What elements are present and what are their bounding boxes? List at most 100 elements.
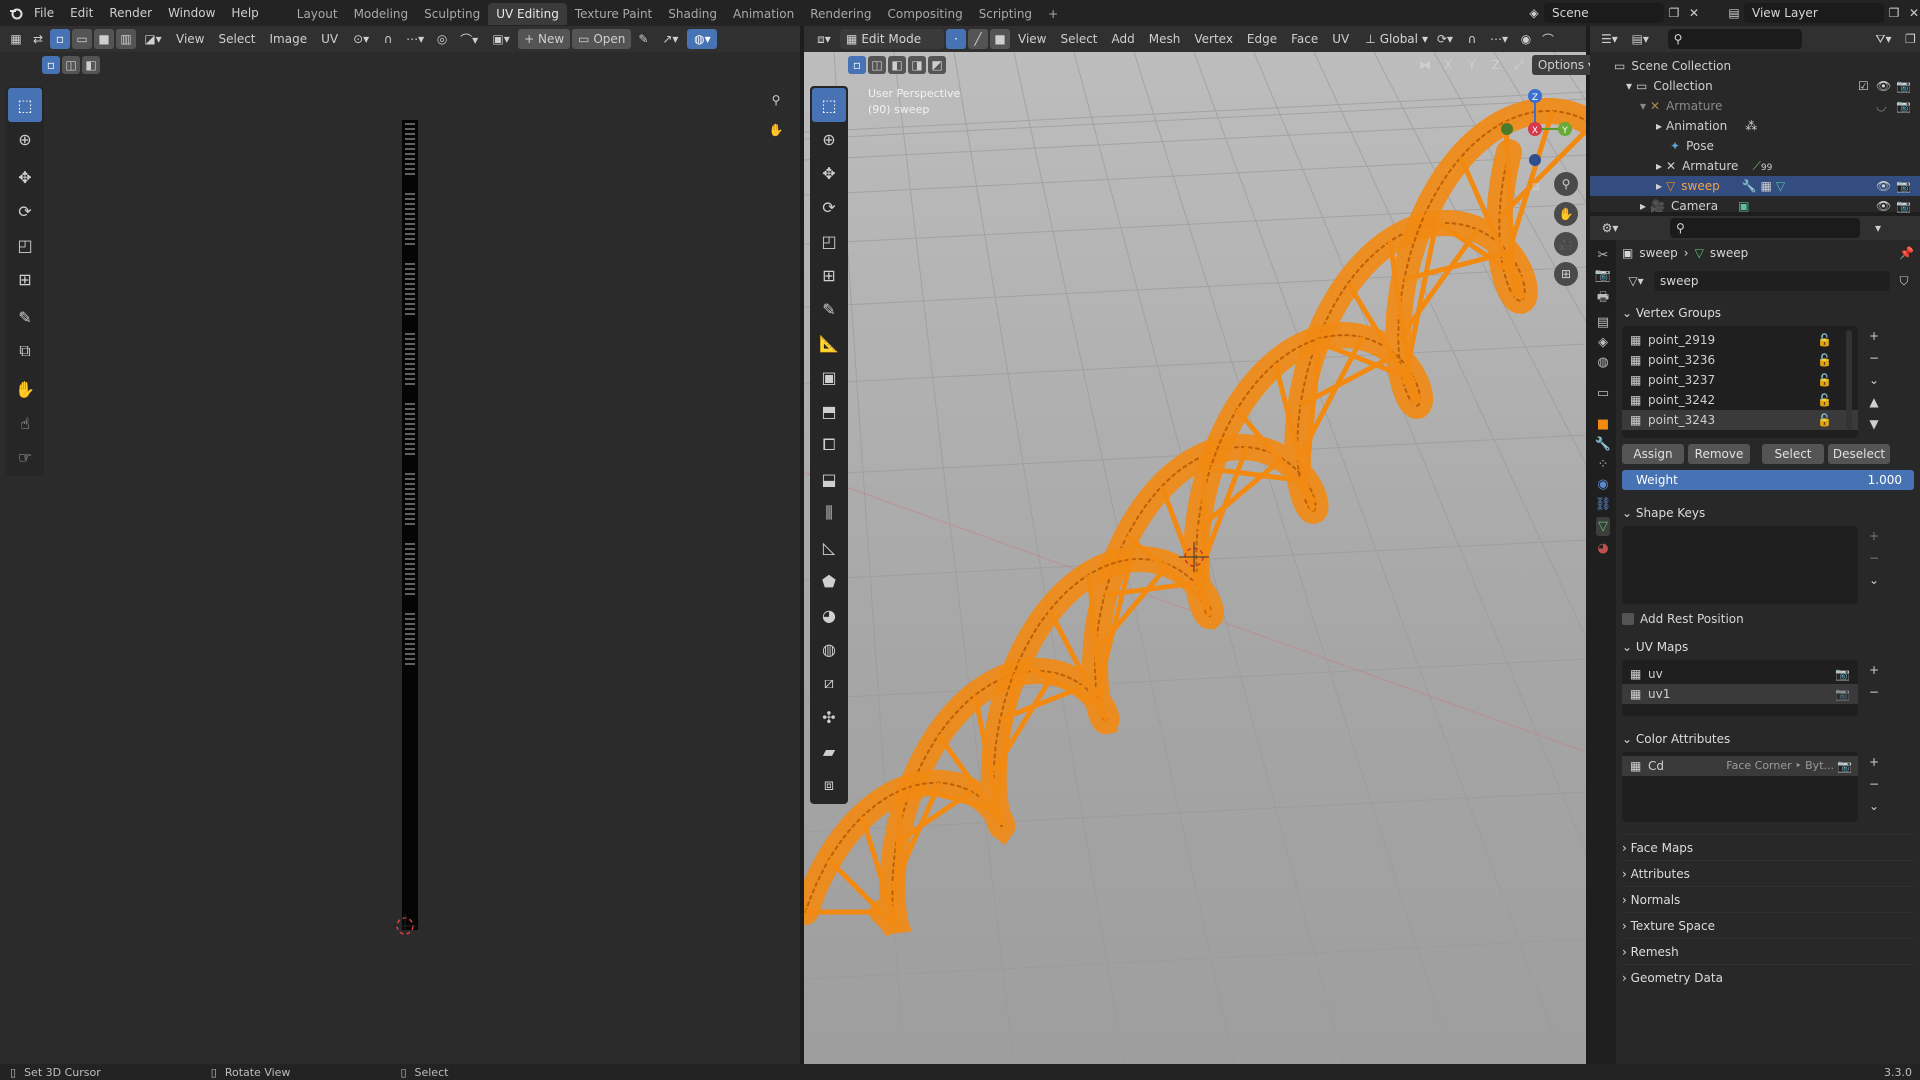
vp-rotate-tool-icon[interactable]: ⟳: [812, 190, 846, 224]
inset-tool-icon[interactable]: ⧠: [812, 428, 846, 462]
camera-render-icon[interactable]: 📷: [1896, 176, 1911, 196]
vp-menu-face[interactable]: Face: [1285, 29, 1324, 49]
tab-rendering[interactable]: Rendering: [802, 3, 879, 25]
move-up-icon[interactable]: ▲: [1864, 392, 1884, 412]
snap-target-3d-icon[interactable]: ⋯▾: [1484, 29, 1514, 49]
remesh-panel-header[interactable]: › Remesh: [1622, 938, 1914, 964]
list-item[interactable]: ▦ uv 📷: [1622, 664, 1858, 684]
island-select-icon[interactable]: ▥: [116, 29, 136, 49]
render-tab-icon[interactable]: 📷: [1595, 268, 1611, 283]
menu-select[interactable]: Select: [212, 29, 261, 49]
vp-cursor-tool-icon[interactable]: ⊕: [812, 122, 846, 156]
select-subtract-icon[interactable]: ◧: [82, 56, 100, 74]
mesh-name-field[interactable]: sweep: [1654, 271, 1890, 291]
vp-select-extend-icon[interactable]: ◫: [868, 56, 886, 74]
eye-icon[interactable]: 👁: [1876, 76, 1891, 96]
vp-annotate-tool-icon[interactable]: ✎: [812, 292, 846, 326]
camera-render-icon[interactable]: 📷: [1896, 76, 1911, 96]
edge-slide-tool-icon[interactable]: ⧄: [812, 666, 846, 700]
falloff-icon[interactable]: ⌒▾: [454, 29, 484, 49]
blender-logo-icon[interactable]: [6, 3, 26, 23]
relax-tool-icon[interactable]: ☝: [8, 406, 42, 440]
remove-color-attribute-icon[interactable]: −: [1864, 774, 1884, 794]
menu-window[interactable]: Window: [160, 0, 223, 26]
camera-render-icon[interactable]: 📷: [1837, 756, 1852, 776]
add-rest-position-checkbox[interactable]: [1622, 613, 1634, 625]
move-down-icon[interactable]: ▼: [1864, 414, 1884, 434]
add-vertex-group-icon[interactable]: +: [1864, 326, 1884, 346]
eye-icon[interactable]: 👁: [1876, 196, 1891, 216]
color-attribute-list[interactable]: ▦ Cd Face Corner ‣ Byt... 📷: [1622, 752, 1858, 822]
fake-user-shield-icon[interactable]: ⛉: [1894, 271, 1914, 291]
normals-panel-header[interactable]: › Normals: [1622, 886, 1914, 912]
eye-hidden-icon[interactable]: ◡: [1876, 96, 1886, 116]
tab-uv-editing[interactable]: UV Editing: [488, 3, 567, 25]
sync-selection-icon[interactable]: ⇄: [28, 29, 48, 49]
list-item-active[interactable]: ▦ Cd Face Corner ‣ Byt... 📷: [1622, 756, 1858, 776]
falloff-3d-icon[interactable]: ⌒: [1538, 29, 1558, 49]
geometry-data-panel-header[interactable]: › Geometry Data: [1622, 964, 1914, 990]
snap-3d-icon[interactable]: ∩: [1462, 29, 1482, 49]
vp-menu-uv[interactable]: UV: [1326, 29, 1355, 49]
add-rest-position-row[interactable]: Add Rest Position: [1622, 612, 1914, 626]
remove-button[interactable]: Remove: [1688, 444, 1750, 464]
pan-view-icon[interactable]: ✋: [766, 120, 786, 140]
pivot-point-icon[interactable]: ⟳▾: [1430, 29, 1460, 49]
smooth-tool-icon[interactable]: ◍: [812, 632, 846, 666]
output-tab-icon[interactable]: 🖶: [1597, 288, 1609, 310]
vp-menu-select[interactable]: Select: [1054, 29, 1103, 49]
collection-tab-icon[interactable]: ▭: [1597, 386, 1609, 401]
scene-icon[interactable]: ◈: [1524, 3, 1544, 23]
mirror-y-toggle[interactable]: Y: [1462, 55, 1481, 75]
color-specials-icon[interactable]: ⌄: [1864, 796, 1884, 816]
tab-texture-paint[interactable]: Texture Paint: [567, 3, 660, 25]
navigation-gizmo[interactable]: Z Y X: [1490, 84, 1580, 174]
menu-image[interactable]: Image: [264, 29, 314, 49]
attributes-panel-header[interactable]: › Attributes: [1622, 860, 1914, 886]
outliner-row-scene-collection[interactable]: ▭ Scene Collection: [1590, 56, 1920, 76]
list-scrollbar[interactable]: [1846, 330, 1852, 430]
vp-move-tool-icon[interactable]: ✥: [812, 156, 846, 190]
proportional-edit-icon[interactable]: ◎: [432, 29, 452, 49]
face-maps-panel-header[interactable]: › Face Maps: [1622, 834, 1914, 860]
properties-search-input[interactable]: ⚲: [1670, 218, 1860, 238]
data-tab-icon[interactable]: ▽: [1596, 517, 1610, 536]
2d-cursor-icon[interactable]: [390, 914, 420, 944]
face-mode-icon[interactable]: ■: [990, 29, 1010, 49]
world-tab-icon[interactable]: ◍: [1597, 355, 1608, 370]
particles-tab-icon[interactable]: ⁘: [1598, 457, 1609, 472]
rotate-tool-icon[interactable]: ⟳: [8, 194, 42, 228]
menu-help[interactable]: Help: [223, 0, 266, 26]
new-image-button[interactable]: + New: [518, 29, 571, 49]
shape-keys-panel-header[interactable]: ⌄ Shape Keys: [1622, 500, 1914, 526]
3d-viewport[interactable]: [804, 52, 1586, 1064]
physics-tab-icon[interactable]: ◉: [1597, 477, 1608, 492]
add-uv-map-icon[interactable]: +: [1864, 660, 1884, 680]
uv-map-list[interactable]: ▦ uv 📷 ▦ uv1 📷: [1622, 660, 1858, 716]
new-view-layer-icon[interactable]: ❐: [1884, 3, 1904, 23]
menu-render[interactable]: Render: [101, 0, 160, 26]
lock-icon[interactable]: 🔓: [1817, 330, 1832, 350]
list-item[interactable]: ▦ point_2919 🔓: [1622, 330, 1858, 350]
properties-editor-icon[interactable]: ⚙▾: [1596, 218, 1624, 238]
snap-target-icon[interactable]: ⋯▾: [400, 29, 430, 49]
scene-name-field[interactable]: Scene: [1544, 3, 1664, 23]
list-item[interactable]: ▦ point_3242 🔓: [1622, 390, 1858, 410]
remove-shape-key-icon[interactable]: −: [1864, 548, 1884, 568]
add-color-attribute-icon[interactable]: +: [1864, 752, 1884, 772]
lock-icon[interactable]: 🔓: [1817, 410, 1832, 430]
vp-measure-tool-icon[interactable]: 📐: [812, 326, 846, 360]
tab-compositing[interactable]: Compositing: [879, 3, 970, 25]
zoom-icon[interactable]: ⚲: [1554, 172, 1578, 196]
camera-render-icon[interactable]: 📷: [1835, 664, 1850, 684]
scene-tab-icon[interactable]: ◈: [1598, 335, 1608, 350]
menu-edit[interactable]: Edit: [62, 0, 101, 26]
pivot-icon[interactable]: ⊙▾: [346, 29, 376, 49]
edge-mode-icon[interactable]: ╱: [968, 29, 988, 49]
bevel-tool-icon[interactable]: ⬓: [812, 462, 846, 496]
deselect-button[interactable]: Deselect: [1828, 444, 1890, 464]
grab-tool-icon[interactable]: ✋: [8, 372, 42, 406]
face-select-icon[interactable]: ■: [94, 29, 114, 49]
outliner-search-input[interactable]: ⚲: [1667, 29, 1803, 49]
edit-mode-indicator-icon[interactable]: ⧈: [1532, 176, 1552, 196]
